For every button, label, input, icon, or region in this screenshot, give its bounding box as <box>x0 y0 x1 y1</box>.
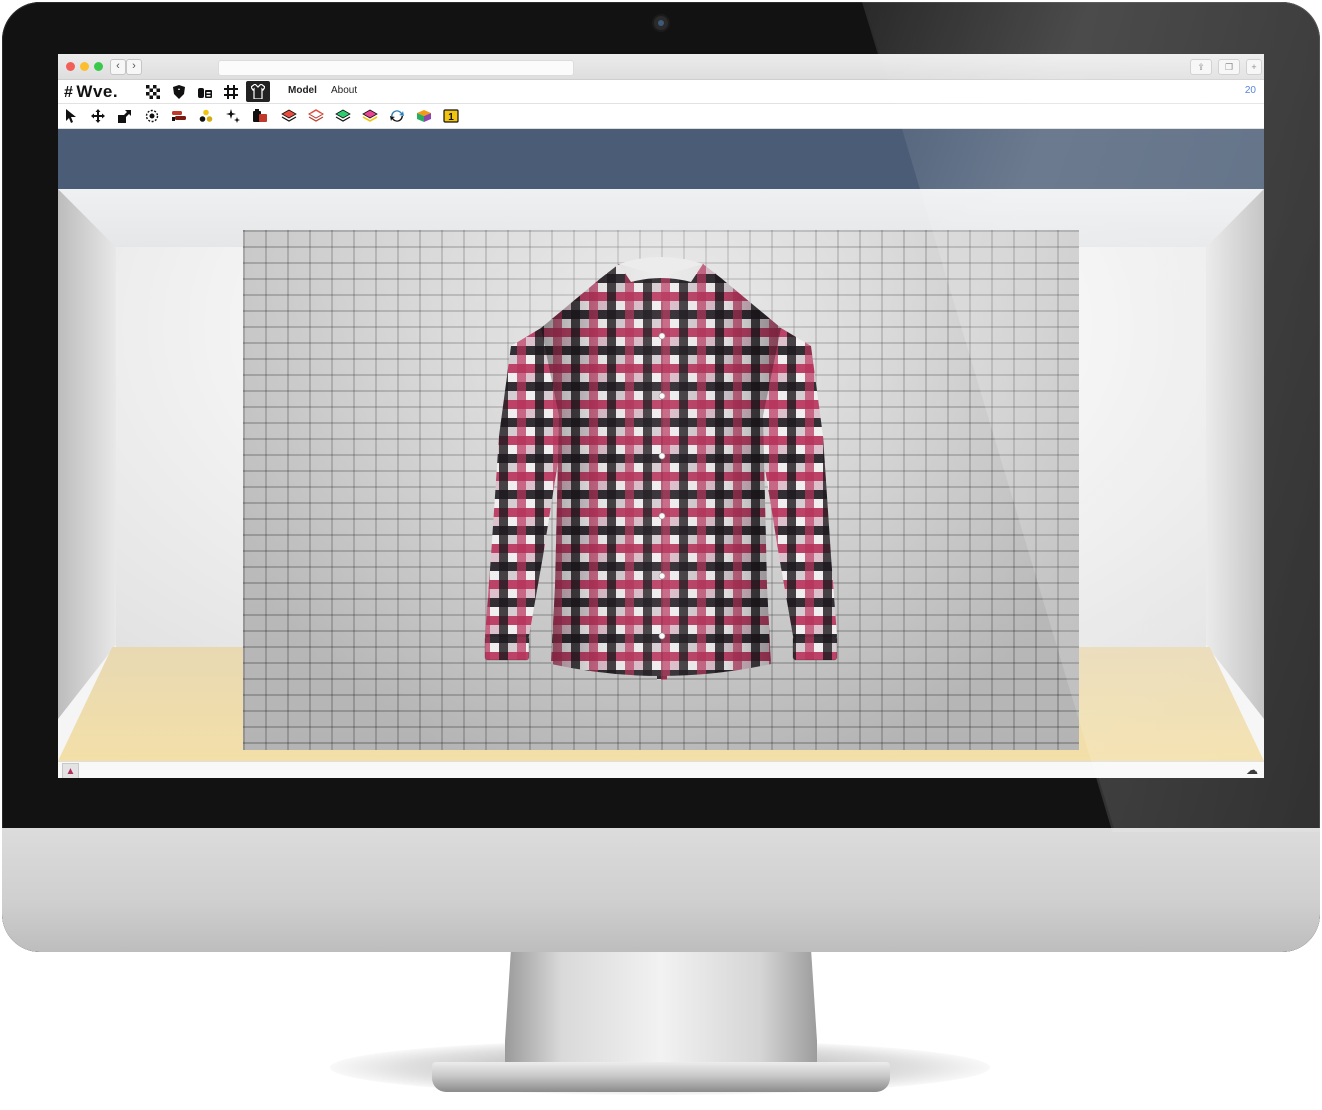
color-drops-icon[interactable] <box>197 107 215 125</box>
browser-titlebar: ‹ › ⇪ ❐ + <box>58 54 1264 80</box>
shirt-thumbnail-icon[interactable]: ▲ <box>62 763 79 778</box>
grid-icon[interactable] <box>222 83 240 100</box>
statusbar: ▲ ☁ <box>58 761 1264 778</box>
forward-button[interactable]: › <box>126 59 142 75</box>
logo-hash: # <box>64 84 74 101</box>
move-icon[interactable] <box>89 107 107 125</box>
monitor-chin <box>2 828 1320 952</box>
pointer-icon[interactable] <box>62 107 80 125</box>
layers-stack-icon[interactable] <box>251 107 269 125</box>
monitor-stand-neck <box>505 945 817 1065</box>
ceiling <box>58 129 1264 189</box>
pattern-icon[interactable] <box>144 83 162 100</box>
toolbar: 1 <box>58 104 1264 129</box>
new-tab-icon[interactable]: + <box>1246 59 1262 75</box>
brush-icon[interactable] <box>170 107 188 125</box>
app-logo[interactable]: # Wve. <box>64 82 118 102</box>
app-menubar: # Wve. Model About 20 <box>58 80 1264 104</box>
number-one-icon[interactable]: 1 <box>442 107 460 125</box>
monitor-stand-base <box>432 1062 890 1092</box>
brick-wall-backdrop <box>243 230 1079 750</box>
screen: ‹ › ⇪ ❐ + # Wve. Model About 20 1 ▲ ☁ <box>58 54 1264 778</box>
plaid-shirt-model[interactable] <box>481 256 841 696</box>
monitor: ‹ › ⇪ ❐ + # Wve. Model About 20 1 ▲ ☁ <box>2 2 1320 952</box>
camera-icon <box>654 16 668 30</box>
minimize-window-button[interactable] <box>80 62 89 71</box>
fabric-roll-icon[interactable] <box>196 83 214 100</box>
layer-green-icon[interactable] <box>307 107 325 125</box>
zoom-window-button[interactable] <box>94 62 103 71</box>
layer-pink-icon[interactable] <box>334 107 352 125</box>
sparkle-icon[interactable] <box>224 107 242 125</box>
scale-icon[interactable] <box>116 107 134 125</box>
menu-model[interactable]: Model <box>288 85 317 96</box>
layer-red-icon[interactable] <box>280 107 298 125</box>
item-count: 20 <box>1244 85 1256 96</box>
heart-shield-icon[interactable] <box>170 83 188 100</box>
right-wall <box>1206 189 1264 719</box>
url-bar[interactable] <box>218 60 574 76</box>
shirt-front-icon[interactable] <box>246 81 270 102</box>
camera-lens <box>658 20 664 26</box>
rotate-icon[interactable] <box>143 107 161 125</box>
left-wall <box>58 189 116 719</box>
3d-viewport[interactable] <box>58 129 1264 761</box>
number-one-label: 1 <box>448 112 454 123</box>
logo-text: Wve. <box>76 82 119 101</box>
back-button[interactable]: ‹ <box>110 59 126 75</box>
tabs-icon[interactable]: ❐ <box>1218 59 1240 75</box>
cloud-upload-icon[interactable]: ☁ <box>1244 763 1260 778</box>
close-window-button[interactable] <box>66 62 75 71</box>
palette-cube-icon[interactable] <box>415 107 433 125</box>
share-icon[interactable]: ⇪ <box>1190 59 1212 75</box>
refresh-icon[interactable] <box>388 107 406 125</box>
layer-yellow-icon[interactable] <box>361 107 379 125</box>
menu-about[interactable]: About <box>331 85 357 96</box>
